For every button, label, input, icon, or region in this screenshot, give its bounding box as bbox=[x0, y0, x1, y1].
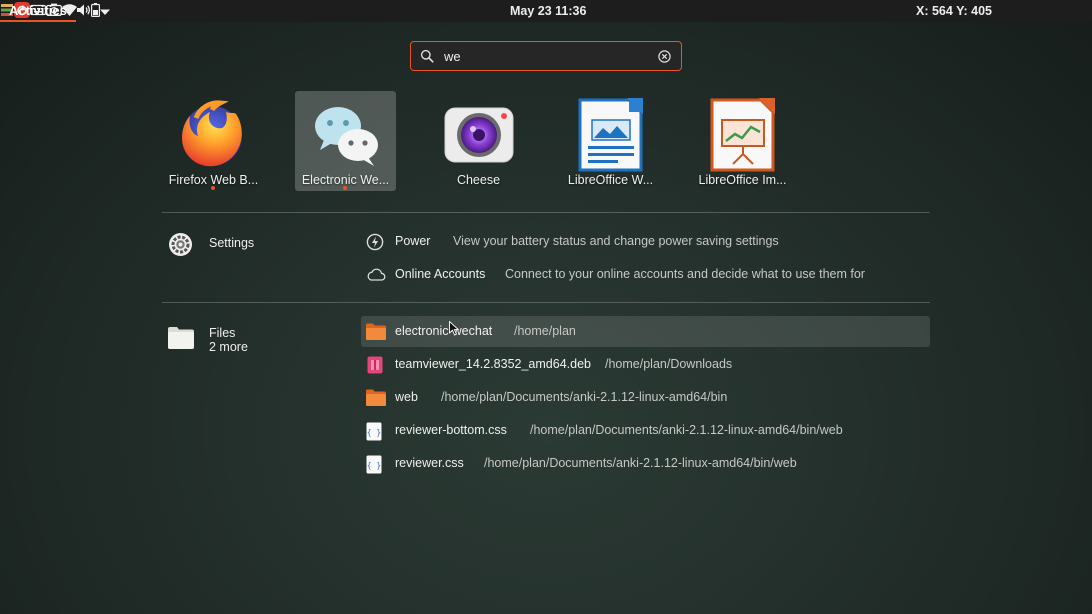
running-indicator bbox=[343, 186, 347, 190]
result-path: /home/plan bbox=[514, 324, 576, 338]
app-label: LibreOffice W... bbox=[567, 173, 654, 187]
result-file[interactable]: teamviewer_14.2.8352_amd64.deb /home/pla… bbox=[361, 349, 930, 380]
css-file-icon: { } bbox=[366, 455, 384, 474]
clear-search-icon[interactable] bbox=[658, 50, 671, 68]
result-name: Power bbox=[395, 234, 431, 248]
result-description: Connect to your online accounts and deci… bbox=[505, 267, 865, 281]
folder-icon bbox=[366, 323, 386, 341]
deb-package-icon bbox=[366, 356, 384, 374]
app-firefox[interactable]: Firefox Web B... bbox=[163, 91, 264, 191]
power-icon bbox=[366, 233, 384, 251]
provider-name: Settings bbox=[209, 236, 255, 250]
chevron-down-icon[interactable] bbox=[100, 4, 110, 19]
running-indicator bbox=[211, 186, 215, 190]
result-path: /home/plan/Documents/anki-2.1.12-linux-a… bbox=[441, 390, 728, 404]
result-name: electronic-wechat bbox=[395, 324, 493, 338]
search-input[interactable]: we bbox=[444, 49, 461, 64]
result-name: reviewer-bottom.css bbox=[395, 423, 507, 437]
divider bbox=[162, 212, 930, 213]
app-label: Firefox Web B... bbox=[168, 173, 259, 187]
css-file-icon: { } bbox=[366, 422, 384, 441]
result-name: web bbox=[395, 390, 418, 404]
result-file[interactable]: { } reviewer-bottom.css /home/plan/Docum… bbox=[361, 415, 930, 446]
divider bbox=[162, 302, 930, 303]
result-file[interactable]: web /home/plan/Documents/anki-2.1.12-lin… bbox=[361, 382, 930, 413]
result-power[interactable]: Power View your battery status and chang… bbox=[361, 226, 781, 257]
result-description: View your battery status and change powe… bbox=[453, 234, 779, 248]
app-label: LibreOffice Im... bbox=[698, 173, 787, 187]
search-icon bbox=[420, 49, 434, 68]
app-label: Cheese bbox=[456, 173, 501, 187]
app-cheese[interactable]: Cheese bbox=[428, 91, 529, 191]
files-folder-icon bbox=[168, 326, 194, 354]
result-path: /home/plan/Documents/anki-2.1.12-linux-a… bbox=[530, 423, 843, 437]
app-libreoffice-writer[interactable]: LibreOffice W... bbox=[560, 91, 661, 191]
volume-icon[interactable] bbox=[77, 4, 91, 19]
mouse-pointer-icon bbox=[449, 320, 460, 341]
clock[interactable]: May 23 11:36 bbox=[510, 4, 586, 18]
cursor-coordinates[interactable]: X: 564 Y: 405 bbox=[916, 4, 992, 18]
wechat-icon bbox=[308, 96, 384, 172]
svg-text:{ }: { } bbox=[367, 461, 381, 470]
settings-gear-icon bbox=[168, 232, 193, 262]
result-file[interactable]: electronic-wechat /home/plan bbox=[361, 316, 930, 347]
libreoffice-writer-icon bbox=[573, 96, 649, 172]
provider-more-count[interactable]: 2 more bbox=[209, 340, 248, 354]
result-online-accounts[interactable]: Online Accounts Connect to your online a… bbox=[361, 259, 865, 290]
app-libreoffice-impress[interactable]: LibreOffice Im... bbox=[692, 91, 793, 191]
battery-icon[interactable] bbox=[91, 2, 101, 20]
provider-name: Files bbox=[209, 326, 236, 340]
cloud-icon bbox=[366, 266, 386, 284]
libreoffice-impress-icon bbox=[705, 96, 781, 172]
result-path: /home/plan/Documents/anki-2.1.12-linux-a… bbox=[484, 456, 797, 470]
folder-icon bbox=[366, 389, 386, 407]
activities-button[interactable]: Activities bbox=[0, 0, 76, 22]
top-bar: Activities May 23 11:36 X: 564 Y: 405 bbox=[0, 0, 1092, 22]
app-label: Electronic We... bbox=[301, 173, 390, 187]
cheese-webcam-icon bbox=[441, 96, 517, 172]
svg-text:{ }: { } bbox=[367, 428, 381, 437]
search-entry[interactable]: we bbox=[410, 41, 682, 71]
firefox-icon bbox=[176, 96, 252, 172]
result-name: Online Accounts bbox=[395, 267, 486, 281]
result-name: reviewer.css bbox=[395, 456, 464, 470]
result-path: /home/plan/Downloads bbox=[605, 357, 733, 371]
result-name: teamviewer_14.2.8352_amd64.deb bbox=[395, 357, 591, 371]
app-electronic-wechat[interactable]: Electronic We... bbox=[295, 91, 396, 191]
result-file[interactable]: { } reviewer.css /home/plan/Documents/an… bbox=[361, 448, 930, 479]
